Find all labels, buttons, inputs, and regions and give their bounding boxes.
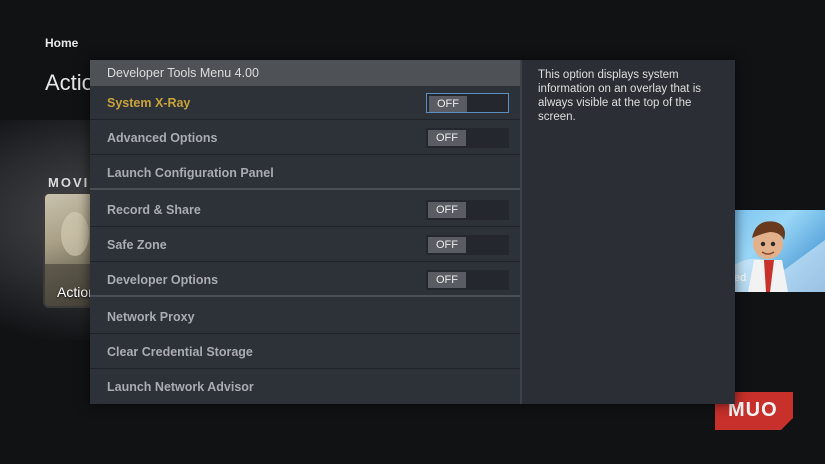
toggle-state-off: OFF xyxy=(428,237,466,253)
option-description: This option displays system information … xyxy=(538,69,702,123)
muo-logo-text: MUO xyxy=(728,399,778,421)
home-nav-label[interactable]: Home xyxy=(45,36,78,50)
menu-item-label: Launch Network Advisor xyxy=(107,380,254,394)
toggle-state-off: OFF xyxy=(429,96,467,112)
menu-item-label: Safe Zone xyxy=(107,238,167,252)
menu-item-label: Network Proxy xyxy=(107,310,195,324)
menu-item-launch-network-advisor[interactable]: Launch Network Advisor xyxy=(90,370,520,404)
safe-zone-toggle[interactable]: OFF xyxy=(426,235,509,255)
menu-item-advanced-options[interactable]: Advanced Options OFF xyxy=(90,121,520,155)
menu-item-label: Developer Options xyxy=(107,273,219,287)
record-share-toggle[interactable]: OFF xyxy=(426,200,509,220)
movie-poster-left[interactable]: Action xyxy=(43,192,95,308)
menu-item-clear-credential-storage[interactable]: Clear Credential Storage xyxy=(90,335,520,369)
toggle-state-off: OFF xyxy=(428,130,466,146)
system-xray-toggle[interactable]: OFF xyxy=(426,93,509,113)
menu-item-label: Launch Configuration Panel xyxy=(107,166,274,180)
menu-item-developer-options[interactable]: Developer Options OFF xyxy=(90,263,520,297)
menu-item-launch-configuration-panel[interactable]: Launch Configuration Panel xyxy=(90,156,520,190)
toggle-state-off: OFF xyxy=(428,202,466,218)
menu-item-label: Clear Credential Storage xyxy=(107,345,253,359)
menu-item-label: Advanced Options xyxy=(107,131,218,145)
menu-title: Developer Tools Menu 4.00 xyxy=(90,60,520,86)
toggle-state-off: OFF xyxy=(428,272,466,288)
page-heading: Actio xyxy=(45,70,94,95)
description-panel: This option displays system information … xyxy=(522,60,735,404)
menu-item-label: System X-Ray xyxy=(107,96,191,110)
developer-options-toggle[interactable]: OFF xyxy=(426,270,509,290)
poster-title-right: ed xyxy=(734,272,747,284)
developer-tools-menu: Developer Tools Menu 4.00 System X-Ray O… xyxy=(90,60,520,404)
movie-poster-right[interactable]: ed xyxy=(734,210,825,292)
poster-artwork-right xyxy=(734,221,825,292)
advanced-options-toggle[interactable]: OFF xyxy=(426,128,509,148)
menu-item-system-xray[interactable]: System X-Ray OFF xyxy=(90,86,520,120)
menu-item-label: Record & Share xyxy=(107,203,201,217)
developer-tools-dialog: Developer Tools Menu 4.00 System X-Ray O… xyxy=(90,60,735,404)
menu-item-network-proxy[interactable]: Network Proxy xyxy=(90,300,520,334)
row-heading: MOVI xyxy=(48,175,90,190)
menu-item-record-share[interactable]: Record & Share OFF xyxy=(90,193,520,227)
menu-item-safe-zone[interactable]: Safe Zone OFF xyxy=(90,228,520,262)
